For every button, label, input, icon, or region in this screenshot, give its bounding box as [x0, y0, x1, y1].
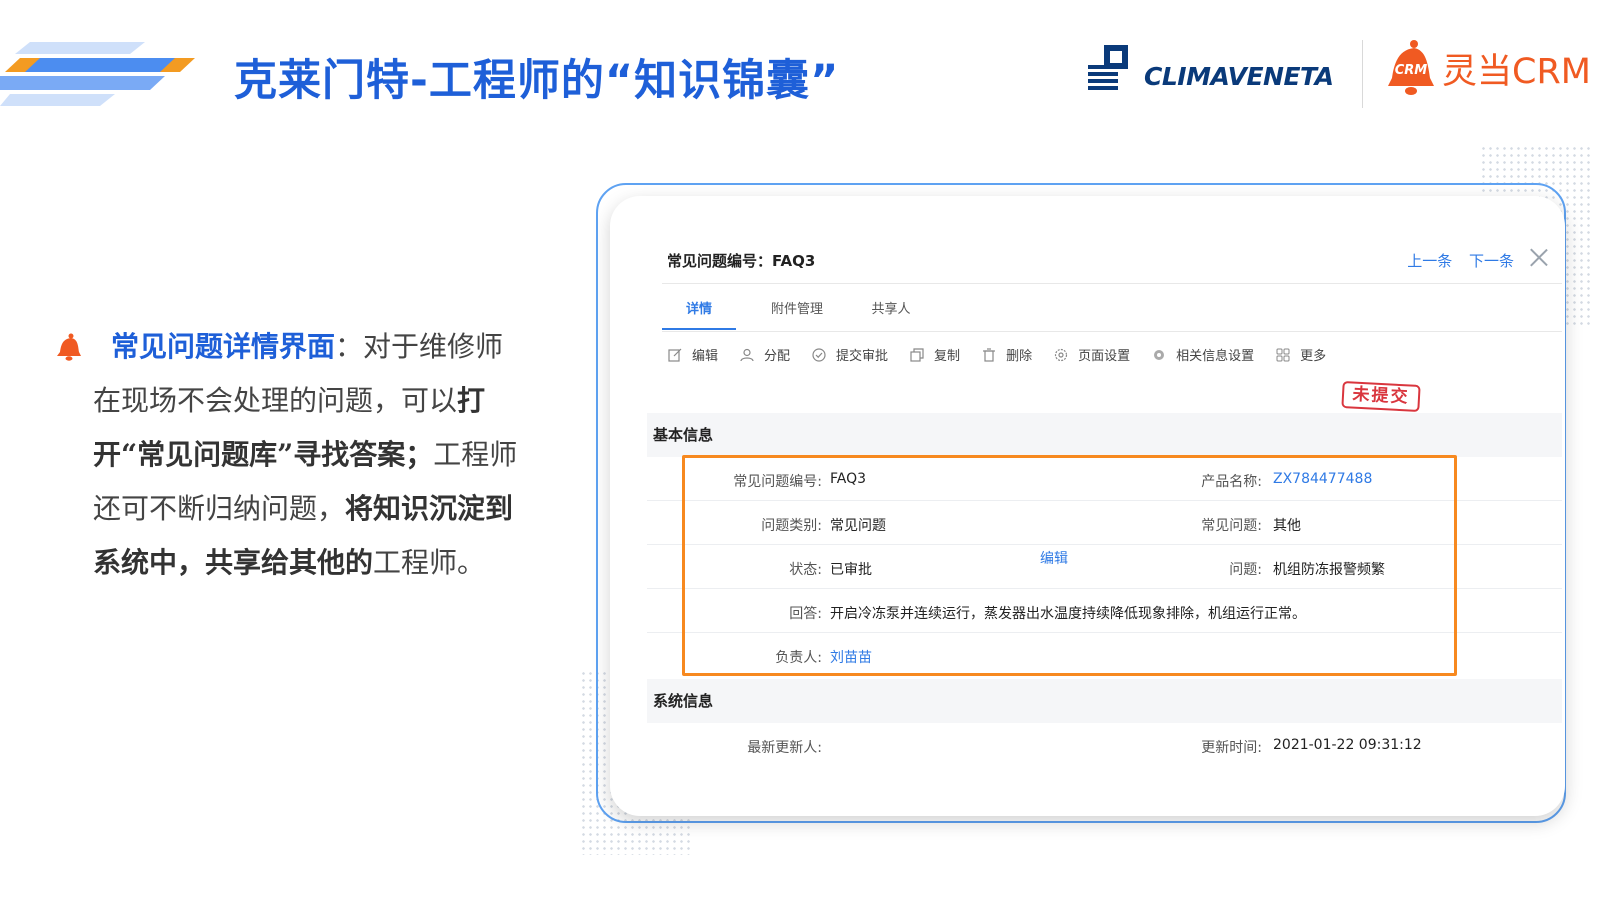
lingdang-crm-wordmark: 灵当CRM: [1442, 51, 1591, 92]
submit-approval-label: 提交审批: [836, 349, 889, 364]
logo-divider: [1362, 40, 1363, 108]
close-icon[interactable]: [1530, 248, 1548, 266]
system-info-section-header: 系统信息: [647, 679, 1562, 723]
detail-tabs: 详情 附件管理 共享人: [662, 300, 944, 330]
title-divider: [662, 283, 1562, 284]
related-info-settings-label: 相关信息设置: [1176, 349, 1255, 364]
update-time-label: 更新时间:: [1201, 740, 1262, 756]
tab-attachments[interactable]: 附件管理: [756, 300, 838, 330]
settings-icon: [1154, 349, 1165, 360]
copy-button[interactable]: 复制: [910, 345, 960, 364]
lingdang-crm-logo: CRM 灵当CRM: [1384, 38, 1591, 98]
highlight-box: [682, 455, 1457, 676]
prev-record-link[interactable]: 上一条: [1407, 252, 1452, 270]
related-info-settings-button[interactable]: 相关信息设置: [1152, 345, 1254, 364]
page-title: 克莱门特-工程师的“知识锦囊”: [234, 56, 840, 106]
header-stripes-decoration: [0, 42, 195, 106]
status-stamp: 未提交: [1341, 380, 1421, 413]
assign-button[interactable]: 分配: [740, 345, 790, 364]
record-navigation: 上一条 下一条: [1395, 250, 1514, 271]
field-row: 最新更新人: 更新时间: 2021-01-22 09:31:12: [647, 723, 1562, 767]
page-settings-button[interactable]: 页面设置: [1054, 345, 1130, 364]
delete-label: 删除: [1006, 349, 1033, 364]
user-icon: [740, 348, 754, 361]
tab-shared-users[interactable]: 共享人: [850, 300, 932, 330]
check-circle-icon: [812, 347, 826, 362]
climaveneta-logo: CLIMAVENETA: [1088, 45, 1334, 93]
grid-icon: [1276, 348, 1290, 361]
delete-button[interactable]: 删除: [982, 345, 1032, 364]
trash-icon: [983, 347, 996, 362]
update-time-value: 2021-01-22 09:31:12: [1273, 737, 1422, 753]
edit-label: 编辑: [692, 349, 719, 364]
copy-icon: [910, 347, 924, 362]
climaveneta-mark-icon: [1088, 45, 1128, 90]
climaveneta-wordmark: CLIMAVENETA: [1144, 61, 1334, 91]
action-toolbar: 编辑 分配 提交审批 复制 删除 页面设置 相关信息设置 更多: [668, 345, 1348, 364]
crm-bell-mark-text: CRM: [1395, 63, 1428, 78]
edit-icon: [668, 348, 682, 362]
feature-description: 常见问题详情界面：对于维修师在现场不会处理的问题，可以打开“常见问题库”寻找答案…: [93, 320, 523, 590]
crm-bell-bullet-icon: [57, 333, 81, 361]
tab-details[interactable]: 详情: [662, 300, 736, 330]
tabs-divider: [662, 331, 1562, 332]
edit-button[interactable]: 编辑: [668, 345, 718, 364]
next-record-link[interactable]: 下一条: [1469, 252, 1514, 270]
more-button[interactable]: 更多: [1276, 345, 1326, 364]
page-settings-label: 页面设置: [1078, 349, 1131, 364]
heading-colon: ：: [335, 330, 364, 363]
crm-bell-icon: CRM: [1388, 40, 1434, 95]
feature-heading: 常见问题详情界面: [111, 330, 336, 363]
assign-label: 分配: [764, 349, 791, 364]
basic-info-section-header: 基本信息: [647, 413, 1562, 457]
more-label: 更多: [1300, 349, 1327, 364]
faq-detail-title: 常见问题编号：FAQ3: [667, 252, 816, 270]
copy-label: 复制: [934, 349, 961, 364]
submit-approval-button[interactable]: 提交审批: [812, 345, 888, 364]
gear-icon: [1054, 348, 1068, 361]
desc-text-3: 工程师。: [373, 546, 486, 579]
last-updater-label: 最新更新人:: [747, 740, 822, 756]
